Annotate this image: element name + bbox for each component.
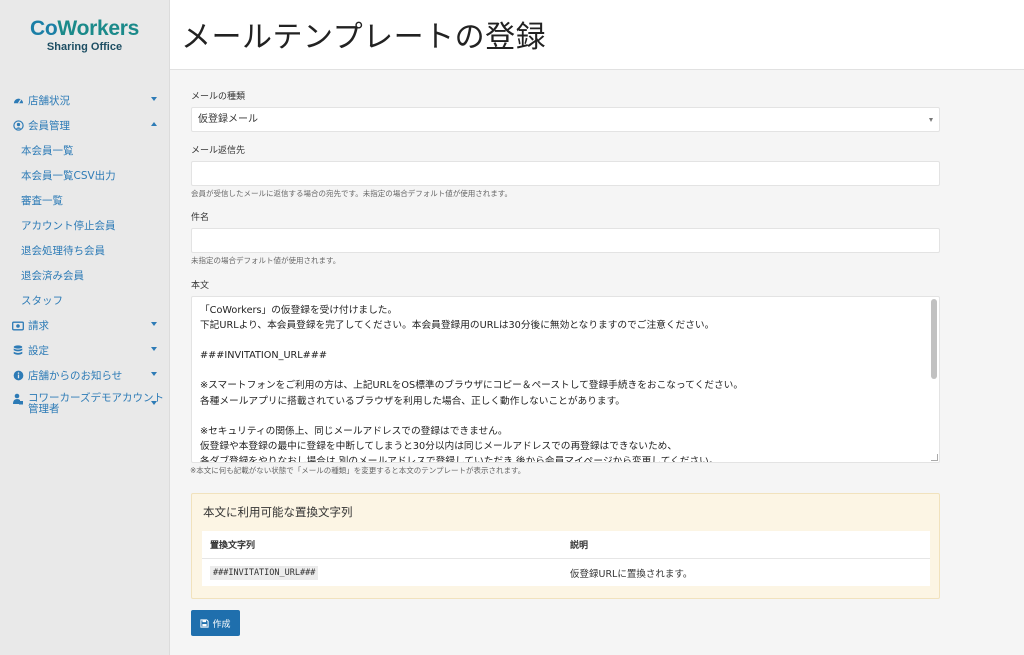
save-icon [200,618,210,628]
resize-handle-icon[interactable] [931,454,938,461]
page-title: メールテンプレートの登録 [181,20,547,55]
chevron-up-icon [151,122,157,126]
placeholders-table: 置換文字列 説明 ###INVITATION_URL### 仮登録URLに置換さ… [202,531,930,586]
table-row: ###INVITATION_URL### 仮登録URLに置換されます。 [202,559,930,586]
reply-to-label: メール返信先 [191,146,246,156]
mail-type-select[interactable]: 仮登録メール [191,107,940,132]
subject-help: 未指定の場合デフォルト値が使用されます。 [191,256,341,265]
placeholder-code: ###INVITATION_URL### [210,566,319,580]
table-cell-string: ###INVITATION_URL### [202,566,562,580]
chevron-down-icon [151,97,157,101]
placeholders-panel-title: 本文に利用可能な置換文字列 [203,505,353,519]
sidebar-item-store-notices[interactable]: 店舗からのお知らせ [0,363,169,388]
sidebar-item-label: 店舗からのお知らせ [28,370,123,382]
column-header-description: 説明 [570,541,589,551]
chevron-down-icon [929,118,933,122]
sidebar-item-label: コワーカーズデモアカウント管理者 [28,392,164,415]
table-cell-description: 仮登録URLに置換されます。 [570,568,693,580]
chevron-down-icon [151,322,157,326]
sidebar-subitem-members-list[interactable]: 本会員一覧 [0,138,169,163]
sidebar: CoWorkers Sharing Office 店舗状況 会員管理 本会員一覧… [0,0,170,655]
logo[interactable]: CoWorkers Sharing Office [0,0,169,54]
chevron-down-icon [151,372,157,376]
reply-to-input[interactable] [191,161,940,186]
sidebar-item-label: 設定 [28,345,49,357]
subject-label: 件名 [191,213,210,223]
sidebar-item-label: 会員管理 [28,120,70,132]
sidebar-item-settings[interactable]: 設定 [0,338,169,363]
sidebar-subitem-staff[interactable]: スタッフ [0,288,169,313]
page-header: メールテンプレートの登録 [170,0,1024,70]
info-circle-icon [12,370,24,382]
body-help: ※本文に何も記載がない状態で「メールの種類」を変更すると本文のテンプレートが表示… [190,466,526,475]
dashboard-icon [12,95,24,107]
sidebar-nav: 店舗状況 会員管理 本会員一覧 本会員一覧CSV出力 審査一覧 アカウント停止会… [0,88,169,422]
user-lock-icon [12,393,24,405]
sidebar-subitem-suspended[interactable]: アカウント停止会員 [0,213,169,238]
sidebar-item-account-admin[interactable]: コワーカーズデモアカウント管理者 [0,388,169,422]
reply-to-help: 会員が受信したメールに返信する場合の宛先です。未指定の場合デフォルト値が使用され… [191,189,512,198]
body-textarea[interactable]: 「CoWorkers」の仮登録を受け付けました。 下記URLより、本会員登録を完… [191,296,940,463]
chevron-down-icon [151,347,157,351]
chevron-down-icon [151,401,157,405]
sidebar-subitem-members-csv[interactable]: 本会員一覧CSV出力 [0,163,169,188]
subject-input[interactable] [191,228,940,253]
sidebar-item-member-management[interactable]: 会員管理 [0,113,169,138]
logo-co: Co [30,17,58,40]
mail-type-selected-value: 仮登録メール [198,114,258,125]
sidebar-item-store-status[interactable]: 店舗状況 [0,88,169,113]
create-button[interactable]: 作成 [191,610,240,636]
logo-wordmark: CoWorkers [0,18,169,40]
table-header: 置換文字列 説明 [202,531,930,559]
sidebar-item-label: 店舗状況 [28,95,70,107]
mail-type-label: メールの種類 [191,92,246,102]
sidebar-subitem-review-list[interactable]: 審査一覧 [0,188,169,213]
create-button-label: 作成 [212,619,231,630]
body-label: 本文 [191,281,210,291]
scrollbar-thumb[interactable] [931,299,937,379]
sidebar-item-label: 請求 [28,320,49,332]
body-scrollbar[interactable] [931,299,937,459]
sidebar-subitem-withdrawn[interactable]: 退会済み会員 [0,263,169,288]
logo-subtitle: Sharing Office [46,41,123,53]
database-icon [12,345,24,357]
logo-workers: Workers [57,17,139,40]
placeholders-panel: 本文に利用可能な置換文字列 置換文字列 説明 ###INVITATION_URL… [191,493,940,599]
mail-template-form: メールの種類 仮登録メール メール返信先 会員が受信したメールに返信する場合の宛… [190,90,940,636]
user-circle-icon [12,120,24,132]
body-text: 「CoWorkers」の仮登録を受け付けました。 下記URLより、本会員登録を完… [200,305,744,463]
sidebar-subitem-pending-withdrawal[interactable]: 退会処理待ち会員 [0,238,169,263]
money-icon [12,320,24,332]
column-header-string: 置換文字列 [210,541,256,551]
sidebar-item-billing[interactable]: 請求 [0,313,169,338]
